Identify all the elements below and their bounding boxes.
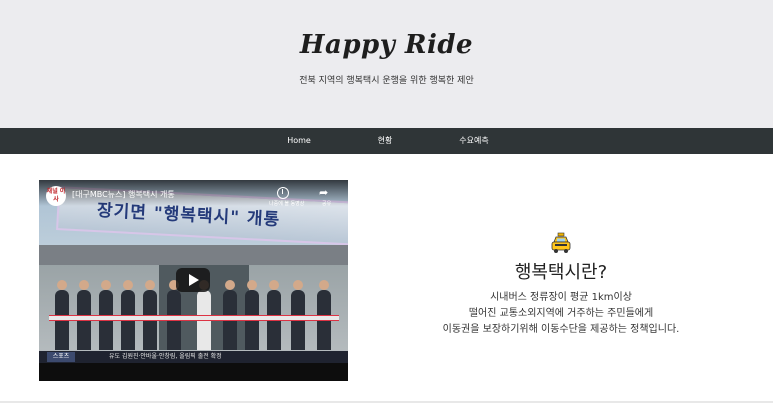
video-roof [39, 245, 348, 265]
info-line-3: 이동권을 보장하기위해 이동수단을 제공하는 정책입니다. [442, 324, 680, 335]
info-heading: 행복택시란? [514, 262, 608, 283]
site-header: Happy Ride 전북 지역의 행복택시 운행을 위한 행복한 제안 [0, 0, 773, 128]
channel-logo[interactable]: 채널 이사 [46, 186, 66, 206]
nav-demand-forecast[interactable]: 수요예측 [444, 128, 504, 154]
share-icon[interactable]: ➦ [319, 186, 328, 199]
taxi-icon [551, 232, 571, 253]
caption-tag: 스포츠 [47, 352, 75, 362]
info-line-1: 시내버스 정류장이 평균 1km이상 [490, 292, 632, 303]
play-button[interactable] [176, 268, 210, 292]
share-label: 공유 [322, 201, 332, 207]
nav-status[interactable]: 현황 [355, 128, 415, 154]
main-nav: Home 현황 수요예측 [0, 128, 773, 154]
embedded-video-player[interactable]: 장기면 "행복택시" 개통 채널 이사 [대구MBC뉴스] 행복택시 개통 나중… [39, 180, 348, 381]
watch-later-icon[interactable] [277, 187, 289, 199]
info-line-2: 떨어진 교통소외지역에 거주하는 주민들에게 [468, 308, 654, 319]
caption-text: 유도 김원진·안바울·안창림, 올림픽 출전 확정 [109, 353, 222, 360]
watch-later-label: 나중에 볼 동영상 [269, 201, 305, 207]
video-bottom-bar [39, 363, 348, 381]
nav-home[interactable]: Home [269, 128, 329, 154]
site-subtitle: 전북 지역의 행복택시 운행을 위한 행복한 제안 [299, 76, 474, 86]
brand-title[interactable]: Happy Ride [0, 30, 773, 60]
video-title[interactable]: [대구MBC뉴스] 행복택시 개통 [72, 189, 272, 200]
ceremony-ribbon [49, 315, 339, 321]
